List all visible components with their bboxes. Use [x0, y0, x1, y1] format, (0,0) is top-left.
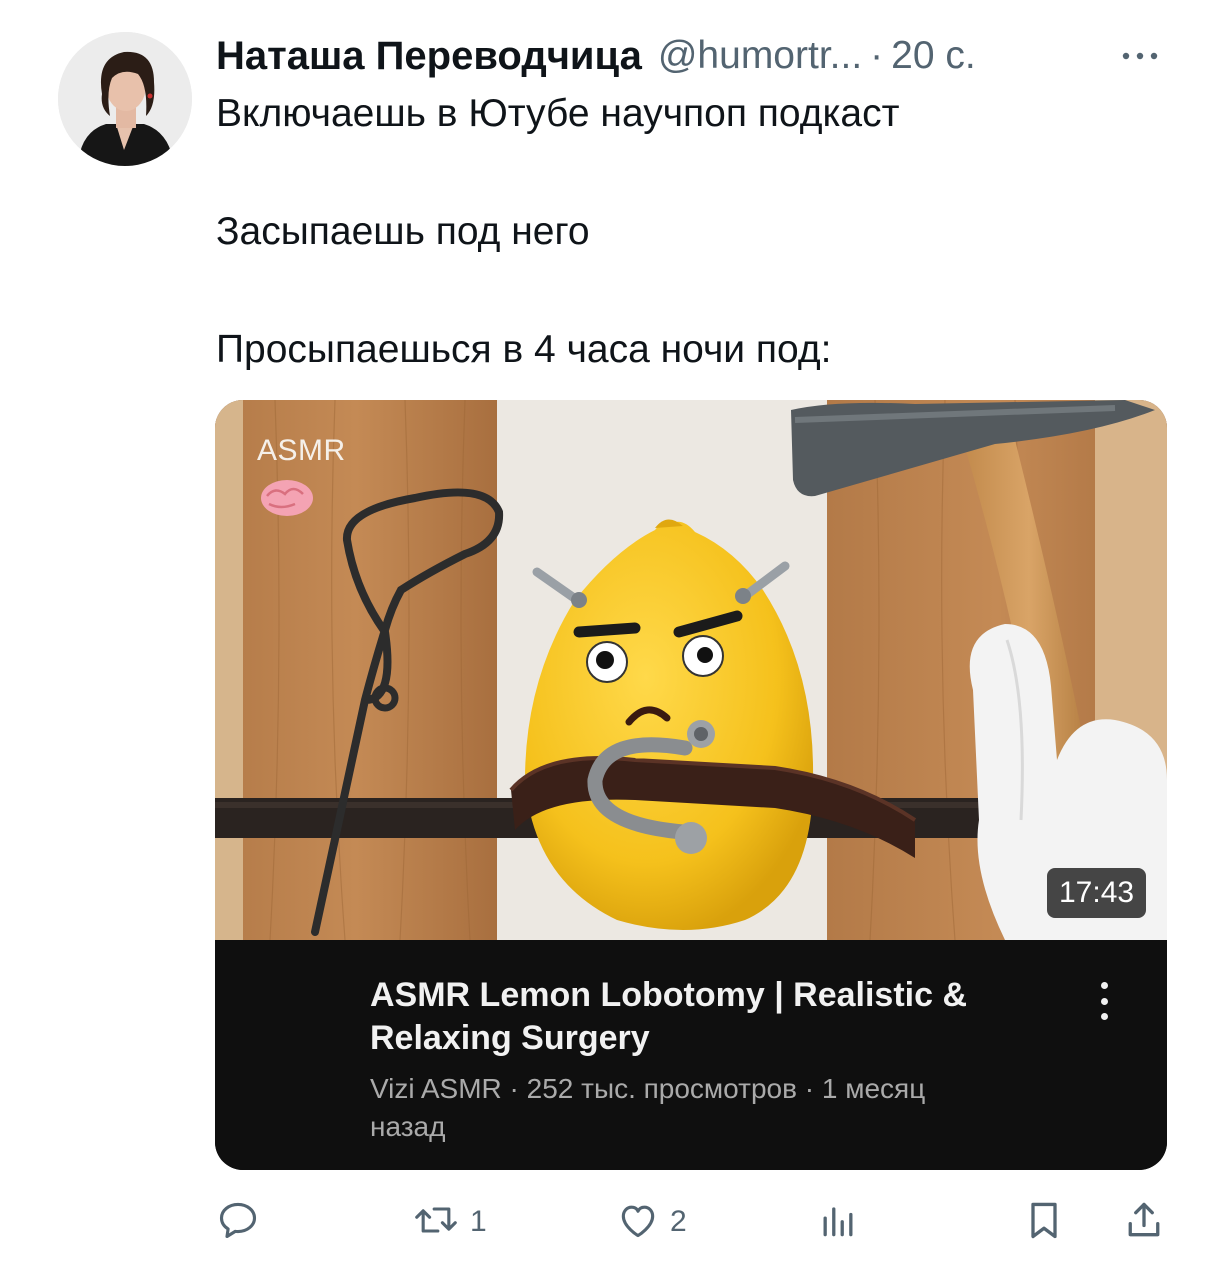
video-title-line: Relaxing Surgery: [370, 1019, 650, 1057]
bookmark-button[interactable]: [1022, 1192, 1066, 1252]
author-name[interactable]: Наташа Переводчица: [216, 34, 642, 79]
like-icon: [616, 1198, 660, 1247]
video-card[interactable]: ASMR 17:43 ASMR Lemon Lobotomy | Realist…: [215, 400, 1167, 1170]
retweet-icon: [412, 1198, 460, 1247]
video-title-line: ASMR Lemon Lobotomy | Realistic &: [370, 976, 968, 1014]
tweet-timestamp[interactable]: 20 с.: [891, 34, 976, 78]
thumbnail-label: ASMR: [257, 434, 346, 467]
brain-icon: [261, 480, 313, 516]
video-meta: Vizi ASMR · 252 тыс. просмотров · 1 меся…: [370, 1070, 1070, 1146]
video-duration: 17:43: [1047, 868, 1147, 918]
views-button[interactable]: [816, 1192, 870, 1252]
reply-button[interactable]: [216, 1192, 270, 1252]
video-meta-line: назад: [370, 1111, 446, 1142]
video-info-panel: ASMR Lemon Lobotomy | Realistic & Relaxi…: [215, 940, 1167, 1170]
share-button[interactable]: [1122, 1192, 1166, 1252]
retweet-count: 1: [470, 1205, 487, 1238]
action-bar: 1 2: [216, 1192, 1176, 1252]
tweet-text-line: Просыпаешься в 4 часа ночи под:: [216, 328, 832, 371]
retweet-button[interactable]: 1: [412, 1192, 487, 1252]
author-handle[interactable]: @humortr...: [658, 34, 862, 78]
like-count: 2: [670, 1205, 687, 1238]
reply-icon: [216, 1198, 260, 1247]
views-icon: [816, 1198, 860, 1247]
video-title[interactable]: ASMR Lemon Lobotomy | Realistic & Relaxi…: [370, 974, 1050, 1060]
video-meta-line: Vizi ASMR · 252 тыс. просмотров · 1 меся…: [370, 1073, 926, 1104]
tweet-text-line: Включаешь в Ютубе научпоп подкаст: [216, 92, 900, 135]
more-icon[interactable]: [1118, 36, 1162, 76]
video-more-icon[interactable]: [1089, 976, 1119, 1026]
tweet-text-line: Засыпаешь под него: [216, 210, 590, 253]
like-button[interactable]: 2: [616, 1192, 687, 1252]
bookmark-icon: [1022, 1198, 1066, 1247]
header-separator: ·: [870, 34, 884, 77]
author-avatar[interactable]: [58, 32, 192, 166]
share-icon: [1122, 1198, 1166, 1247]
video-thumbnail[interactable]: ASMR 17:43: [215, 400, 1167, 941]
tweet-header: Наташа Переводчица @humortr... · 20 с.: [216, 28, 1176, 84]
